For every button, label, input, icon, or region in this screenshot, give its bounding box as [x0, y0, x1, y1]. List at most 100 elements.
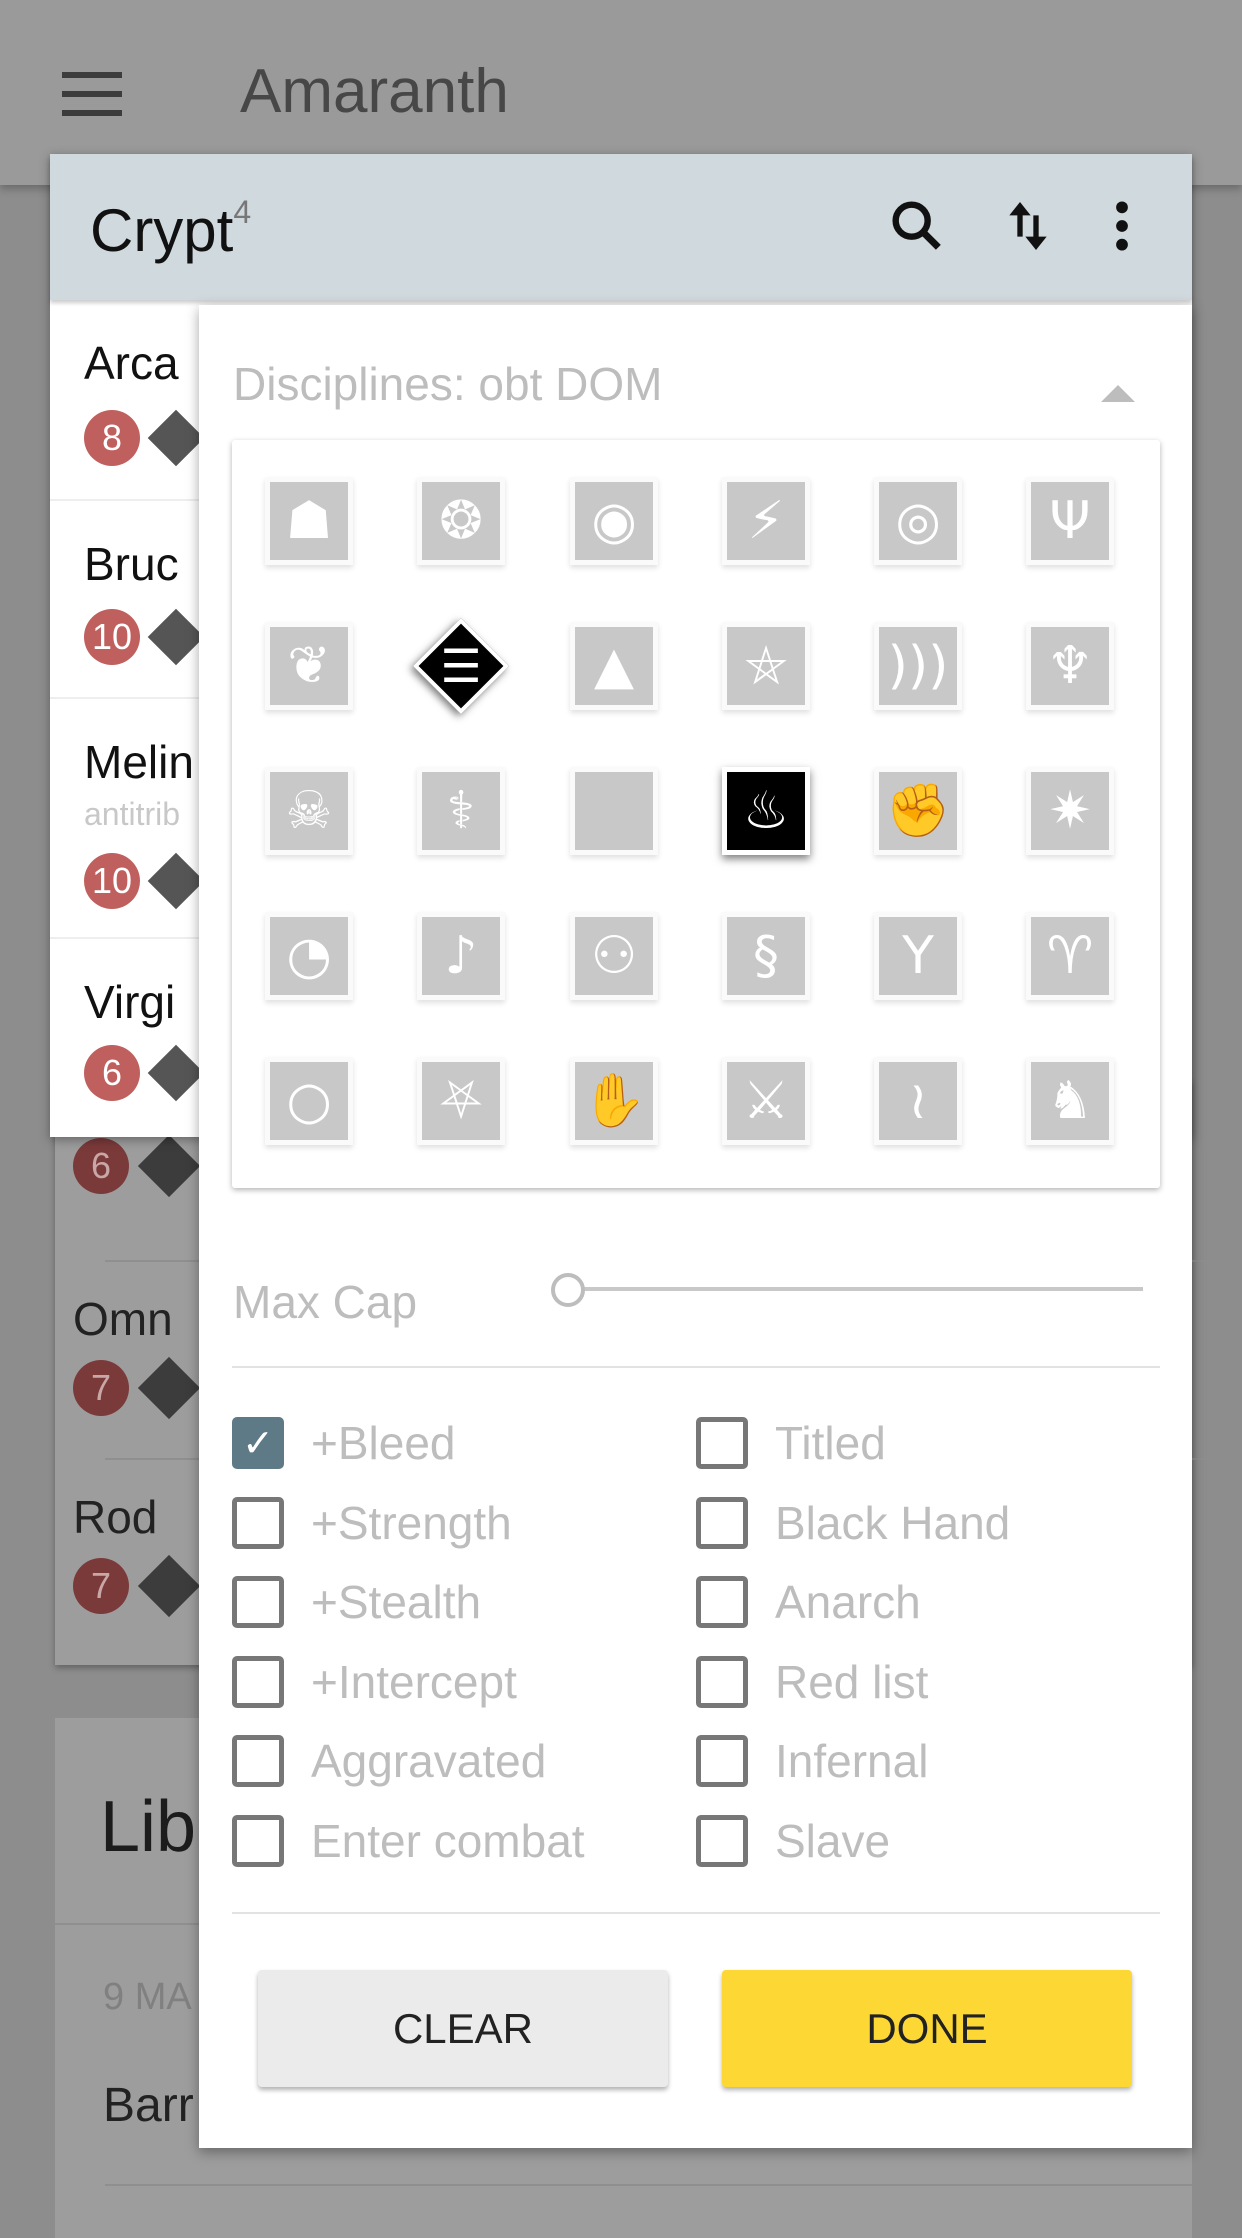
checkbox-unchecked-icon[interactable] [232, 1655, 284, 1708]
skull-discipline-toggle[interactable]: ☠ [265, 767, 353, 855]
sound-waves-discipline-toggle[interactable]: ))) [874, 622, 962, 710]
brain-discipline-toggle[interactable]: ❦ [265, 622, 353, 710]
quill-discipline-toggle[interactable]: ♪ [417, 912, 505, 1000]
checkbox-unchecked-icon[interactable] [696, 1735, 748, 1787]
list-item[interactable]: Virgi 6 [50, 939, 205, 1137]
max-cap-slider-track[interactable] [567, 1287, 1143, 1291]
list-item[interactable]: Melin antitrib 10 [50, 699, 205, 939]
claw-icon: ◔ [286, 926, 332, 986]
checkbox-unchecked-icon[interactable] [232, 1496, 284, 1549]
checkbox-slave[interactable]: Slave [696, 1814, 890, 1868]
star-discipline-toggle[interactable]: ✷ [1026, 767, 1114, 855]
checkbox-titled[interactable]: Titled [696, 1416, 886, 1470]
checkbox-checked-icon[interactable]: ✓ [232, 1417, 284, 1469]
checkbox-intercept[interactable]: +Intercept [232, 1655, 517, 1709]
search-icon[interactable] [885, 194, 949, 258]
claw-discipline-toggle[interactable]: ◔ [265, 912, 353, 1000]
tendrils-icon: ≀ [908, 1071, 928, 1131]
checkbox-unchecked-icon[interactable] [696, 1417, 748, 1469]
checkbox-label: +Intercept [311, 1655, 517, 1708]
crypt-name: Rod [73, 1491, 158, 1543]
ring-discipline-toggle[interactable]: ○ [265, 1057, 353, 1145]
crypt-title-text: Crypt [90, 197, 234, 264]
crypt-name: Melin [84, 736, 194, 788]
checkbox-unchecked-icon[interactable] [696, 1814, 748, 1867]
paw-icon: ❂ [439, 491, 483, 551]
list-item[interactable]: Arca 8 [50, 300, 205, 501]
spiral-discipline-toggle[interactable]: ◎ [874, 477, 962, 565]
checkbox-black-hand[interactable]: Black Hand [696, 1496, 1010, 1550]
sort-icon[interactable] [996, 194, 1060, 258]
paw-discipline-toggle[interactable]: ❂ [417, 477, 505, 565]
lightning-discipline-toggle[interactable]: ⚡ [722, 477, 810, 565]
trident-discipline-toggle[interactable]: Ψ [1026, 477, 1114, 565]
checkbox-unchecked-icon[interactable] [232, 1735, 284, 1787]
checkbox-unchecked-icon[interactable] [696, 1655, 748, 1708]
ram-horns-icon: ♈ [1046, 926, 1094, 986]
list-item[interactable]: Bruc 10 [50, 501, 205, 699]
flames-discipline-toggle[interactable]: ♨ [722, 767, 810, 855]
capacity-badge: 8 [84, 410, 140, 466]
library-item[interactable]: Barr [103, 2078, 194, 2133]
blank-discipline-toggle[interactable] [570, 767, 658, 855]
brain-icon: ❦ [287, 636, 331, 696]
dominate-discipline-toggle[interactable]: ☰ [412, 617, 510, 715]
hand-icon: ✋ [581, 1071, 647, 1131]
sword-discipline-toggle[interactable]: ⚔ [722, 1057, 810, 1145]
checkbox-label: +Strength [311, 1496, 512, 1549]
fist-discipline-toggle[interactable]: ✊ [874, 767, 962, 855]
checkbox-label: +Stealth [311, 1576, 482, 1628]
max-cap-label: Max Cap [233, 1276, 418, 1328]
caduceus-discipline-toggle[interactable]: ⚕ [417, 767, 505, 855]
checkbox-bleed[interactable]: ✓ +Bleed [232, 1416, 456, 1470]
crypt-header: Crypt4 [50, 154, 1192, 300]
more-vert-icon[interactable] [1090, 194, 1154, 258]
mountain-discipline-toggle[interactable]: ▲ [570, 622, 658, 710]
hand-discipline-toggle[interactable]: ✋ [570, 1057, 658, 1145]
dragon-discipline-toggle[interactable]: ♞ [1026, 1057, 1114, 1145]
checkbox-unchecked-icon[interactable] [696, 1576, 748, 1628]
collapse-caret-icon[interactable] [1101, 385, 1135, 402]
divider [232, 1366, 1160, 1368]
skull-icon: ☠ [285, 781, 333, 841]
checkbox-enter-combat[interactable]: Enter combat [232, 1814, 585, 1868]
ring-icon: ○ [286, 1071, 332, 1131]
bird-discipline-toggle[interactable]: Y [874, 912, 962, 1000]
checkbox-label: Red list [775, 1655, 929, 1708]
checkbox-aggravated[interactable]: Aggravated [232, 1734, 546, 1788]
checkbox-red-list[interactable]: Red list [696, 1655, 928, 1709]
pentagram-discipline-toggle[interactable]: ⛤ [722, 622, 810, 710]
crypt-name: Bruc [84, 538, 179, 590]
max-cap-slider-thumb[interactable] [551, 1273, 585, 1307]
sigil-discipline-toggle[interactable]: ⛧ [417, 1057, 505, 1145]
ram-horns-discipline-toggle[interactable]: ♈ [1026, 912, 1114, 1000]
clan-icon [137, 1356, 201, 1420]
checkbox-label: Infernal [775, 1735, 929, 1787]
done-button[interactable]: DONE [722, 1970, 1132, 2087]
checkbox-strength[interactable]: +Strength [232, 1496, 512, 1550]
checkbox-infernal[interactable]: Infernal [696, 1734, 928, 1788]
checkbox-label: Black Hand [775, 1496, 1011, 1549]
twins-discipline-toggle[interactable]: ⚇ [570, 912, 658, 1000]
trident-icon: Ψ [1049, 491, 1091, 551]
eye-discipline-toggle[interactable]: ◉ [570, 477, 658, 565]
hamburger-icon[interactable] [62, 72, 122, 116]
checkbox-unchecked-icon[interactable] [232, 1576, 284, 1628]
chalice-discipline-toggle[interactable]: ♆ [1026, 622, 1114, 710]
clan-icon [147, 1044, 205, 1102]
checkbox-anarch[interactable]: Anarch [696, 1575, 921, 1629]
crypt-name: Virgi [84, 976, 176, 1028]
bird-icon: Y [902, 926, 934, 986]
checkbox-stealth[interactable]: +Stealth [232, 1575, 481, 1629]
serpent-discipline-toggle[interactable]: § [722, 912, 810, 1000]
sword-icon: ⚔ [742, 1071, 790, 1131]
mountain-icon: ▲ [594, 636, 634, 696]
clear-button[interactable]: CLEAR [258, 1970, 668, 2087]
checkbox-unchecked-icon[interactable] [232, 1814, 284, 1867]
tendrils-discipline-toggle[interactable]: ≀ [874, 1057, 962, 1145]
checkbox-unchecked-icon[interactable] [696, 1496, 748, 1549]
disciplines-label[interactable]: Disciplines: obt DOM [233, 357, 662, 411]
eye-icon: ◉ [591, 491, 637, 551]
flames-icon: ♨ [742, 781, 790, 841]
lion-discipline-toggle[interactable]: ☗ [265, 477, 353, 565]
